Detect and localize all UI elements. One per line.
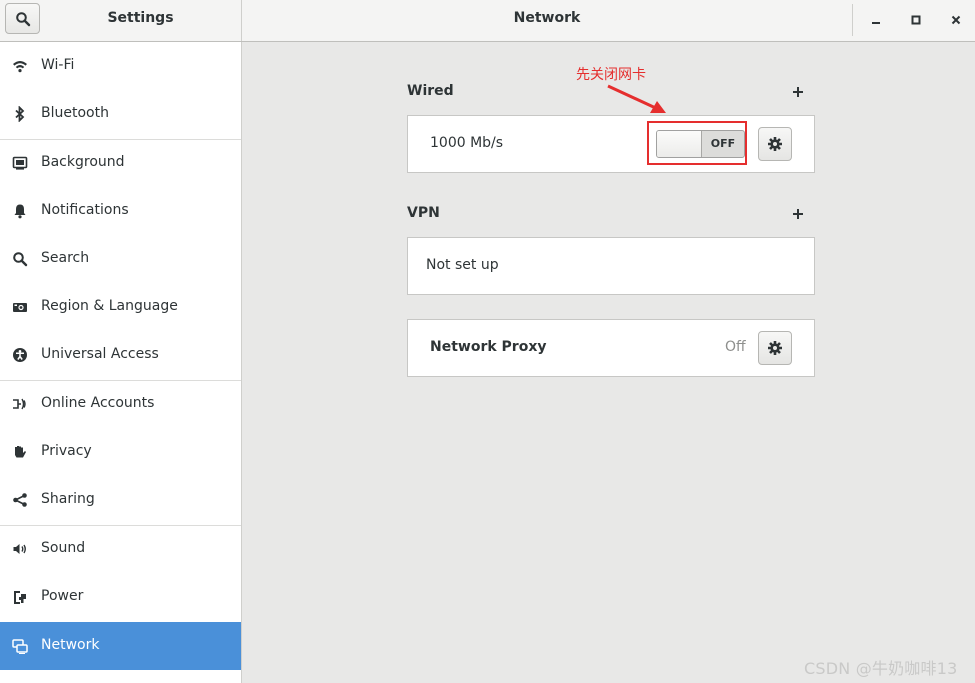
- close-icon: [951, 15, 961, 25]
- share-icon: [12, 492, 28, 508]
- wired-section-title: Wired: [407, 83, 454, 99]
- sidebar-item-sound[interactable]: Sound: [0, 525, 241, 573]
- sidebar-item-label: Power: [41, 588, 84, 604]
- gear-icon: [768, 341, 782, 355]
- wired-settings-button[interactable]: [758, 127, 792, 161]
- sidebar-item-label: Universal Access: [41, 346, 159, 362]
- add-wired-button[interactable]: [790, 84, 806, 100]
- bell-icon: [12, 203, 28, 219]
- vpn-status-label: Not set up: [426, 257, 499, 273]
- minimize-icon: [872, 22, 880, 24]
- accessibility-icon: [12, 347, 28, 363]
- sidebar-item-privacy[interactable]: Privacy: [0, 428, 241, 476]
- network-proxy-status: Off: [725, 339, 746, 355]
- speaker-icon: [12, 541, 28, 557]
- maximize-icon: [911, 15, 921, 25]
- sidebar-item-notifications[interactable]: Notifications: [0, 187, 241, 235]
- watermark: CSDN @牛奶咖啡13: [804, 659, 958, 678]
- plus-icon: [793, 87, 803, 97]
- close-button[interactable]: [945, 9, 967, 31]
- sidebar-item-label: Privacy: [41, 443, 92, 459]
- add-vpn-button[interactable]: [790, 206, 806, 222]
- sidebar-item-label: Sharing: [41, 491, 95, 507]
- header-separator: [852, 4, 853, 36]
- header-bar: Settings Network: [0, 0, 975, 42]
- power-icon: [12, 589, 28, 605]
- sidebar-item-bluetooth[interactable]: Bluetooth: [0, 90, 241, 138]
- sidebar-item-power[interactable]: Power: [0, 573, 241, 621]
- sidebar: Wi-Fi Bluetooth Background Notifications…: [0, 42, 242, 683]
- maximize-button[interactable]: [905, 9, 927, 31]
- proxy-settings-button[interactable]: [758, 331, 792, 365]
- sidebar-item-label: Region & Language: [41, 298, 178, 314]
- sidebar-item-universal-access[interactable]: Universal Access: [0, 331, 241, 379]
- sidebar-header: Settings: [0, 0, 242, 41]
- online-accounts-icon: [12, 396, 28, 412]
- sidebar-item-background[interactable]: Background: [0, 139, 241, 187]
- sidebar-item-label: Bluetooth: [41, 105, 109, 121]
- gear-icon: [768, 137, 782, 151]
- sidebar-item-sharing[interactable]: Sharing: [0, 476, 241, 524]
- plus-icon: [793, 209, 803, 219]
- wifi-icon: [12, 58, 28, 74]
- search-icon: [15, 11, 30, 26]
- sidebar-item-network[interactable]: Network: [0, 622, 241, 670]
- annotation-arrow-icon: [607, 84, 666, 113]
- sidebar-item-label: Search: [41, 250, 90, 266]
- background-icon: [12, 155, 28, 171]
- sidebar-item-label: Background: [41, 154, 125, 170]
- network-proxy-row[interactable]: Network Proxy Off: [407, 319, 815, 377]
- vpn-row: Not set up: [407, 237, 815, 295]
- vpn-section-title: VPN: [407, 205, 440, 221]
- page-title: Network: [513, 10, 581, 26]
- minimize-button[interactable]: [865, 9, 887, 31]
- sidebar-item-label: Online Accounts: [41, 395, 155, 411]
- search-icon: [12, 251, 28, 267]
- network-icon: [12, 638, 28, 654]
- camera-icon: [12, 299, 28, 315]
- sidebar-item-wifi[interactable]: Wi-Fi: [0, 42, 241, 90]
- sidebar-item-label: Network: [41, 637, 100, 653]
- bluetooth-icon: [12, 106, 28, 122]
- search-button[interactable]: [5, 3, 40, 34]
- network-proxy-label: Network Proxy: [430, 339, 547, 355]
- sidebar-item-label: Notifications: [41, 202, 129, 218]
- sidebar-item-search[interactable]: Search: [0, 235, 241, 283]
- sidebar-item-label: Sound: [41, 540, 86, 556]
- hand-icon: [12, 444, 28, 460]
- wired-speed-label: 1000 Mb/s: [430, 135, 504, 151]
- app-title: Settings: [107, 10, 174, 26]
- sidebar-item-online-accounts[interactable]: Online Accounts: [0, 380, 241, 428]
- sidebar-item-label: Wi-Fi: [41, 57, 75, 73]
- sidebar-item-region-language[interactable]: Region & Language: [0, 283, 241, 331]
